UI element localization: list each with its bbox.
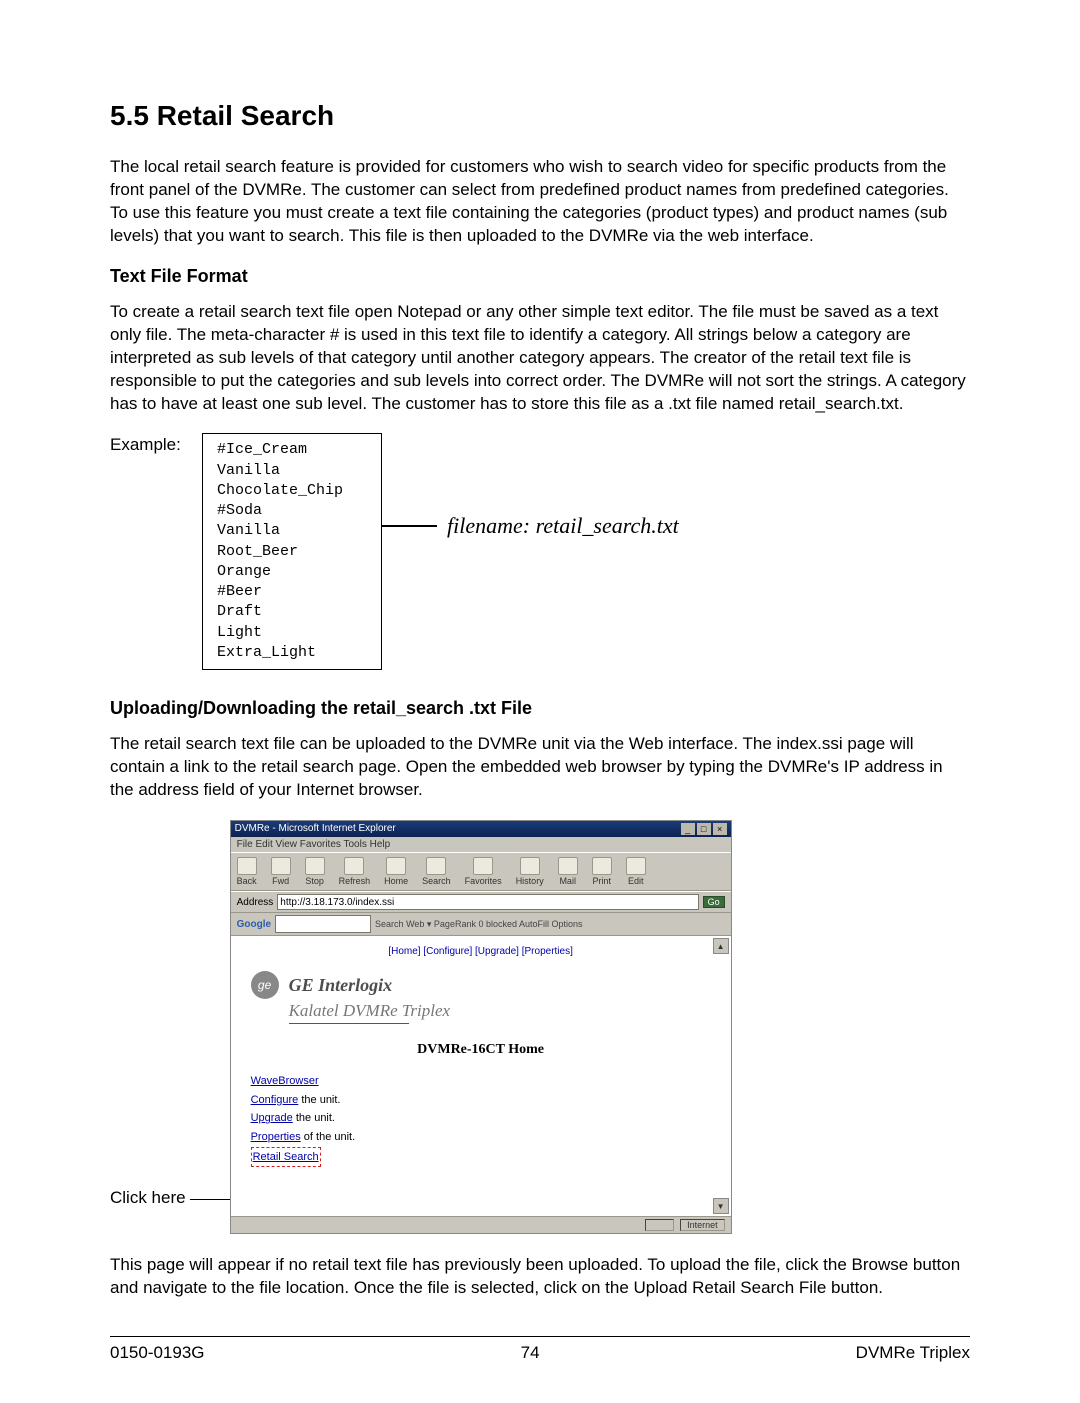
google-toolbar-buttons[interactable]: Search Web ▾ PageRank 0 blocked AutoFill… <box>375 919 582 930</box>
refresh-button[interactable]: Refresh <box>339 857 371 886</box>
address-label: Address <box>237 897 274 908</box>
close-icon[interactable]: × <box>713 823 727 835</box>
connector-line <box>382 525 437 527</box>
home-button[interactable]: Home <box>384 857 408 886</box>
example-label: Example: <box>110 433 202 455</box>
search-button[interactable]: Search <box>422 857 451 886</box>
page-links: WaveBrowser Configure the unit. Upgrade … <box>251 1072 711 1167</box>
google-label: Google <box>237 919 271 930</box>
top-nav-links[interactable]: [Home] [Configure] [Upgrade] [Properties… <box>251 946 711 957</box>
properties-link[interactable]: Properties <box>251 1131 301 1143</box>
browser-screenshot: DVMRe - Microsoft Internet Explorer _ □ … <box>230 820 732 1234</box>
edit-button[interactable]: Edit <box>626 857 646 886</box>
wavebrowser-link[interactable]: WaveBrowser <box>251 1075 319 1087</box>
window-title: DVMRe - Microsoft Internet Explorer <box>235 823 396 835</box>
page-footer: 0150-0193G 74 DVMRe Triplex <box>110 1336 970 1363</box>
subhead-upload-download: Uploading/Downloading the retail_search … <box>110 698 970 719</box>
page-content: ▲ ▼ [Home] [Configure] [Upgrade] [Proper… <box>231 936 731 1216</box>
history-button[interactable]: History <box>516 857 544 886</box>
maximize-icon[interactable]: □ <box>697 823 711 835</box>
mail-button[interactable]: Mail <box>558 857 578 886</box>
footer-doc-id: 0150-0193G <box>110 1343 205 1363</box>
footer-product: DVMRe Triplex <box>856 1343 970 1363</box>
intro-paragraph: The local retail search feature is provi… <box>110 156 970 248</box>
google-toolbar: Google Search Web ▾ PageRank 0 blocked A… <box>231 913 731 936</box>
address-bar: Address Go <box>231 891 731 913</box>
ge-brand: GE Interlogix <box>289 975 393 996</box>
status-bar: Internet <box>231 1216 731 1233</box>
window-titlebar: DVMRe - Microsoft Internet Explorer _ □ … <box>231 821 731 837</box>
back-button[interactable]: Back <box>237 857 257 886</box>
address-input[interactable] <box>277 894 698 910</box>
go-button[interactable]: Go <box>703 896 725 908</box>
toolbar: Back Fwd Stop Refresh Home Search Favori… <box>231 852 731 891</box>
page-home-title: DVMRe-16CT Home <box>251 1042 711 1058</box>
example-block: Example: #Ice_Cream Vanilla Chocolate_Ch… <box>110 433 970 670</box>
product-line: Kalatel DVMRe Triplex <box>289 1001 711 1021</box>
subhead-text-file-format: Text File Format <box>110 266 970 287</box>
retail-search-link[interactable]: Retail Search <box>253 1151 319 1163</box>
filename-caption: filename: retail_search.txt <box>447 513 679 539</box>
click-here-connector <box>190 1199 230 1201</box>
google-search-input[interactable] <box>275 915 371 933</box>
favorites-button[interactable]: Favorites <box>465 857 502 886</box>
status-zone <box>645 1219 674 1231</box>
configure-link[interactable]: Configure <box>251 1094 299 1106</box>
print-button[interactable]: Print <box>592 857 612 886</box>
upload-paragraph: The retail search text file can be uploa… <box>110 733 970 802</box>
minimize-icon[interactable]: _ <box>681 823 695 835</box>
filename-callout: filename: retail_search.txt <box>382 433 679 539</box>
ge-logo-icon: ge <box>251 971 279 999</box>
upgrade-link[interactable]: Upgrade <box>251 1112 293 1124</box>
menubar[interactable]: File Edit View Favorites Tools Help <box>231 837 731 852</box>
forward-button[interactable]: Fwd <box>271 857 291 886</box>
text-file-format-paragraph: To create a retail search text file open… <box>110 301 970 416</box>
section-heading: 5.5 Retail Search <box>110 100 970 132</box>
stop-button[interactable]: Stop <box>305 857 325 886</box>
scroll-down-icon[interactable]: ▼ <box>713 1198 729 1214</box>
click-here-label: Click here <box>110 1188 186 1234</box>
brand-underline <box>289 1023 409 1024</box>
scroll-up-icon[interactable]: ▲ <box>713 938 729 954</box>
example-code-box: #Ice_Cream Vanilla Chocolate_Chip #Soda … <box>202 433 382 670</box>
footer-page-number: 74 <box>521 1343 540 1363</box>
status-internet: Internet <box>680 1219 725 1231</box>
post-screenshot-paragraph: This page will appear if no retail text … <box>110 1254 970 1300</box>
